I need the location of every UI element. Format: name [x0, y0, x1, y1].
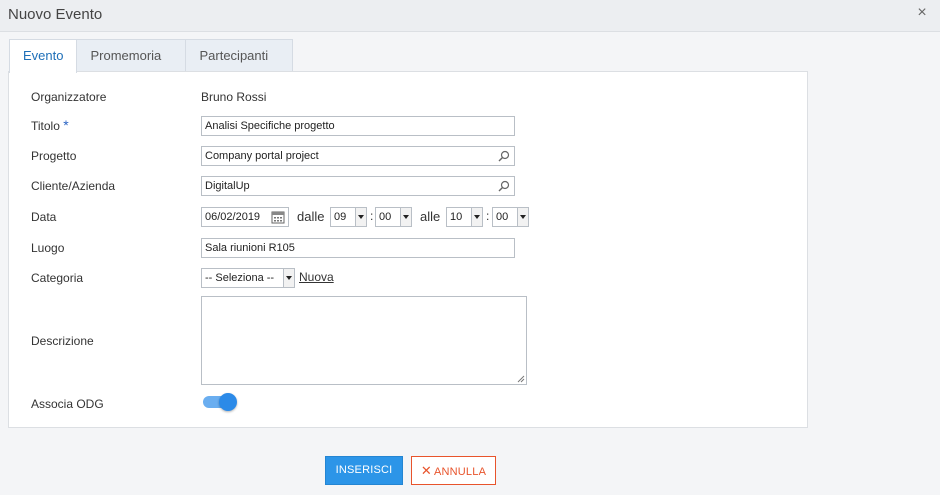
- chevron-down-icon: [517, 208, 528, 226]
- required-mark: *: [63, 117, 69, 133]
- chevron-down-icon: [471, 208, 482, 226]
- from-hour-value: 09: [334, 211, 347, 223]
- chevron-down-icon: [283, 269, 294, 287]
- cliente-input-value: DigitalUp: [205, 180, 250, 192]
- search-icon[interactable]: [498, 180, 510, 192]
- titolo-label: Titolo *: [31, 117, 69, 133]
- tab-bar: Evento Promemoria Partecipanti: [9, 39, 294, 73]
- organizzatore-label: Organizzatore: [31, 90, 107, 104]
- dialog-title: Nuovo Evento: [8, 6, 103, 23]
- date-input[interactable]: 06/02/2019: [201, 207, 289, 227]
- progetto-label: Progetto: [31, 149, 77, 163]
- to-minute-select[interactable]: 00: [492, 207, 529, 227]
- insert-button[interactable]: INSERISCI: [325, 456, 403, 485]
- luogo-input[interactable]: Sala riunioni R105: [201, 238, 515, 258]
- descrizione-label: Descrizione: [31, 334, 94, 348]
- organizzatore-value: Bruno Rossi: [201, 90, 267, 104]
- from-hour-select[interactable]: 09: [330, 207, 367, 227]
- close-icon: ✕: [420, 463, 432, 478]
- to-minute-value: 00: [496, 211, 509, 223]
- tab-promemoria[interactable]: Promemoria: [76, 39, 187, 72]
- from-minute-select[interactable]: 00: [375, 207, 412, 227]
- categoria-label: Categoria: [31, 271, 84, 285]
- cliente-label: Cliente/Azienda: [31, 179, 116, 193]
- cancel-button-label: ANNULLA: [433, 466, 487, 478]
- categoria-select[interactable]: -- Seleziona --: [201, 268, 295, 288]
- resize-handle-icon[interactable]: [517, 375, 525, 383]
- time-colon: :: [370, 209, 374, 223]
- titolo-input-value: Analisi Specifiche progetto: [205, 120, 335, 132]
- dialog-titlebar: Nuovo Evento ×: [0, 0, 940, 32]
- to-hour-value: 10: [450, 211, 463, 223]
- tab-evento[interactable]: Evento: [9, 39, 78, 73]
- chevron-down-icon: [400, 208, 411, 226]
- titolo-label-text: Titolo: [31, 119, 60, 133]
- categoria-select-value: -- Seleziona --: [205, 272, 275, 284]
- descrizione-textarea[interactable]: [201, 296, 527, 385]
- dalle-label: dalle: [297, 209, 325, 224]
- close-icon[interactable]: ×: [914, 5, 930, 21]
- date-input-value: 06/02/2019: [205, 211, 261, 223]
- calendar-icon[interactable]: [271, 210, 285, 224]
- luogo-input-value: Sala riunioni R105: [205, 242, 295, 254]
- luogo-label: Luogo: [31, 241, 65, 255]
- toggle-knob: [219, 393, 237, 411]
- alle-label: alle: [420, 209, 441, 224]
- chevron-down-icon: [355, 208, 366, 226]
- search-icon[interactable]: [498, 150, 510, 162]
- tab-partecipanti[interactable]: Partecipanti: [185, 39, 294, 72]
- cancel-button[interactable]: ✕ ANNULLA: [411, 456, 496, 485]
- cliente-input[interactable]: DigitalUp: [201, 176, 515, 196]
- data-label: Data: [31, 210, 57, 224]
- time-colon: :: [486, 209, 490, 223]
- titolo-input[interactable]: Analisi Specifiche progetto: [201, 116, 515, 136]
- new-category-link[interactable]: Nuova: [299, 270, 334, 284]
- progetto-input[interactable]: Company portal project: [201, 146, 515, 166]
- progetto-input-value: Company portal project: [205, 150, 319, 162]
- to-hour-select[interactable]: 10: [446, 207, 483, 227]
- associa-odg-toggle[interactable]: [203, 393, 237, 411]
- event-form-panel: Organizzatore Bruno Rossi Titolo * Anali…: [8, 71, 808, 428]
- from-minute-value: 00: [379, 211, 392, 223]
- associa-odg-label: Associa ODG: [31, 397, 104, 411]
